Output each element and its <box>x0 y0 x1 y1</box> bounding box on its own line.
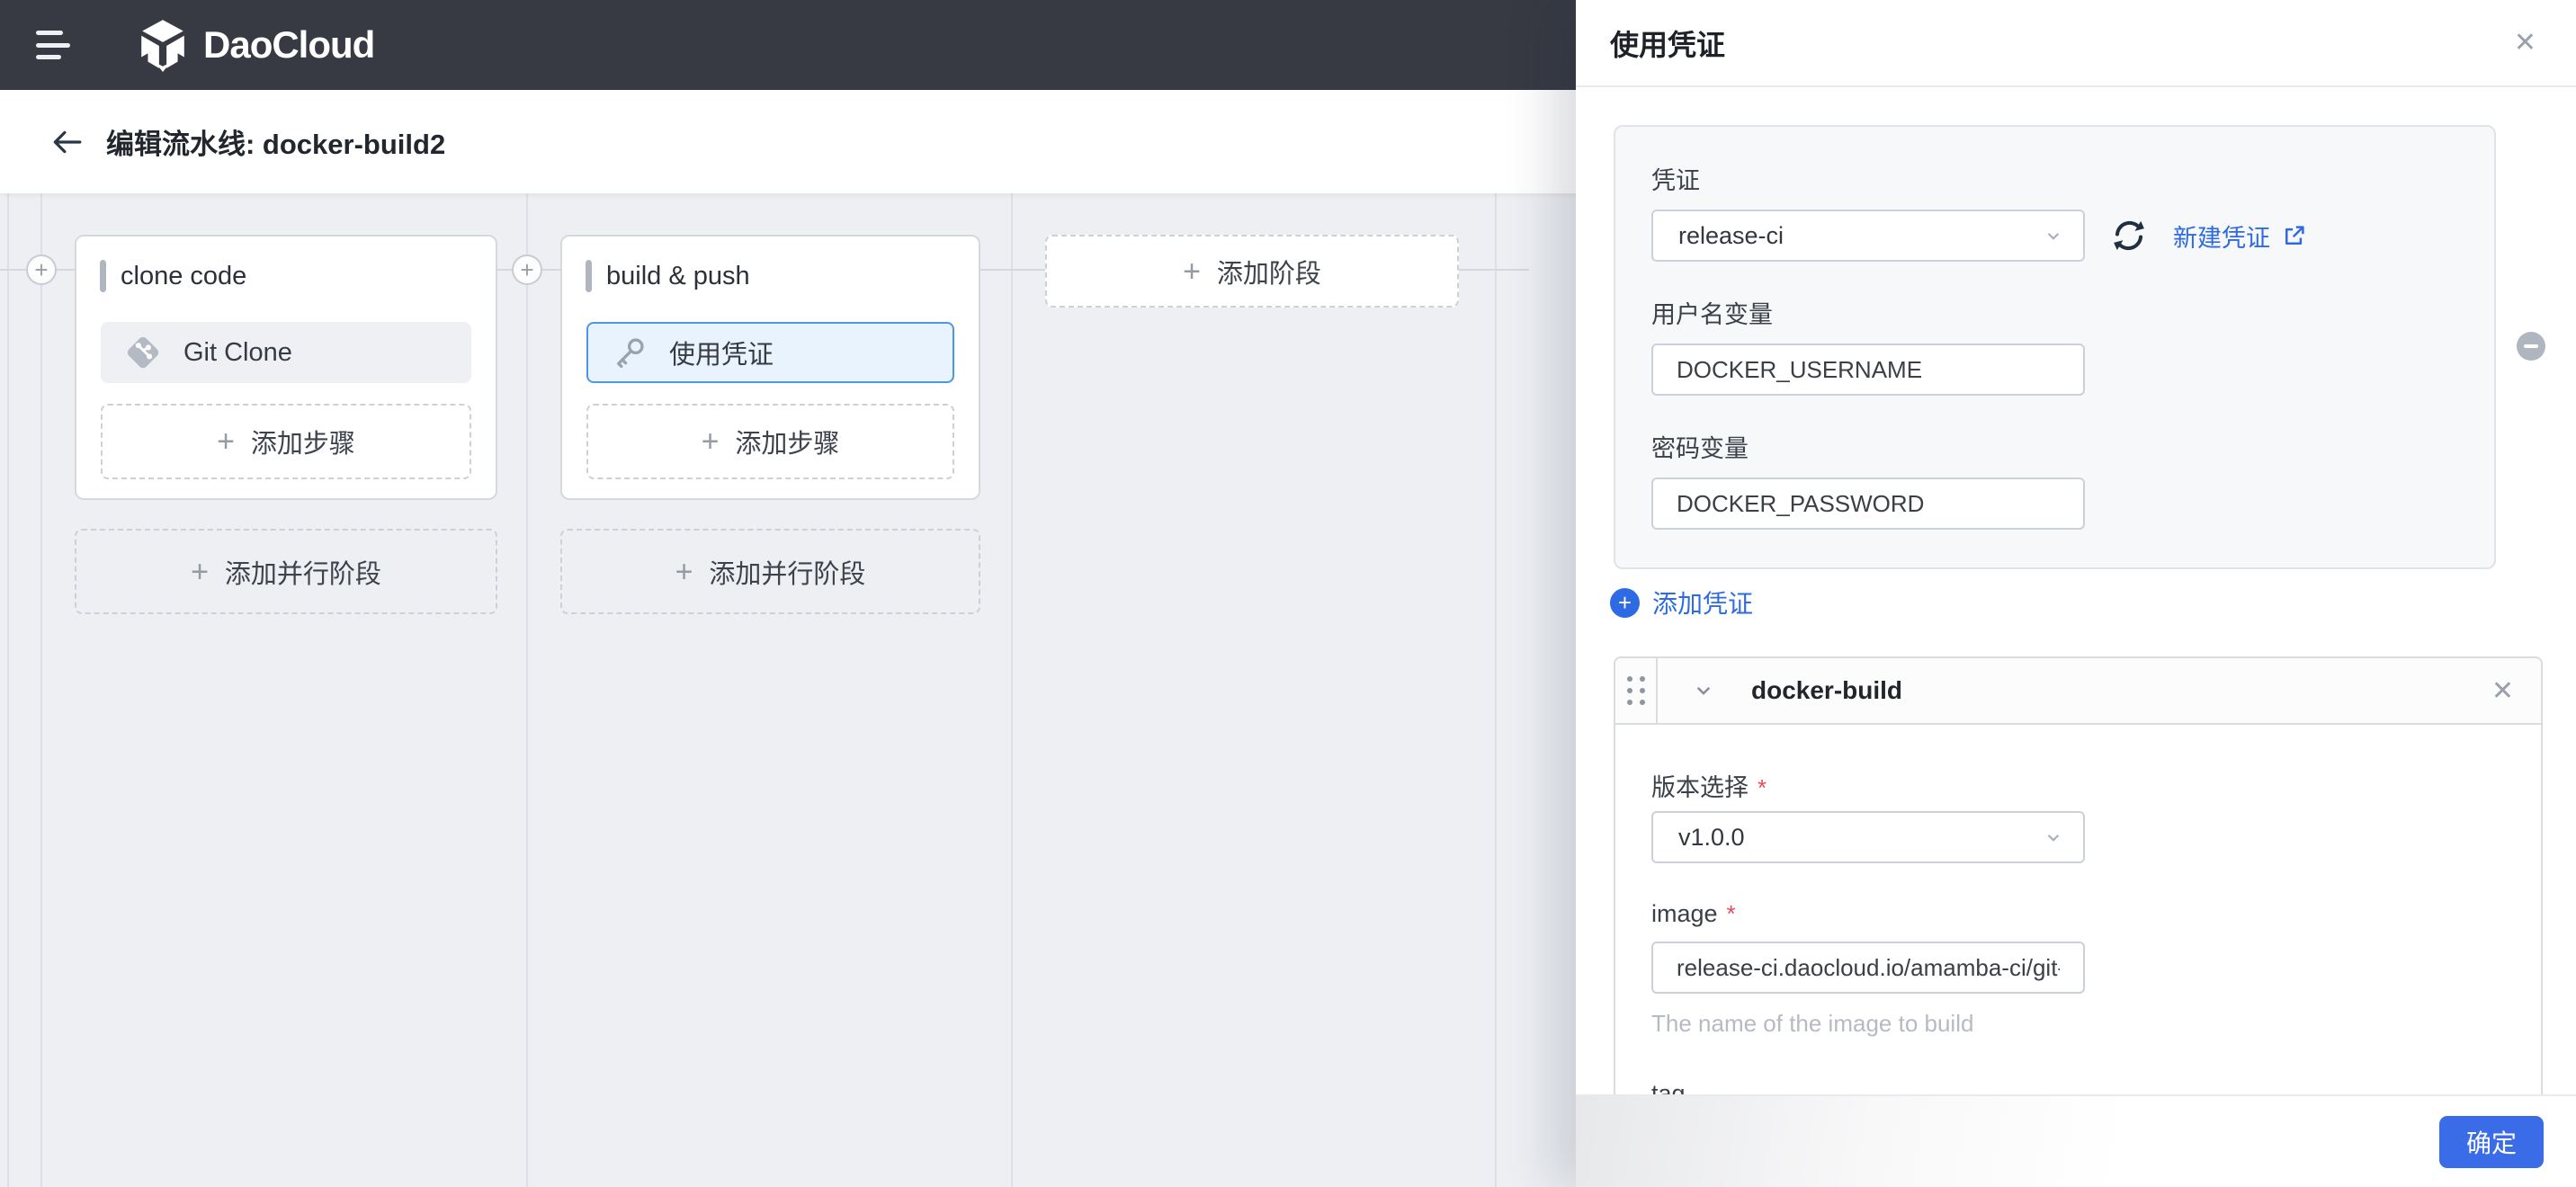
step-git-clone[interactable]: Git Clone <box>101 322 471 383</box>
daocloud-cube-icon <box>137 18 189 72</box>
column-divider <box>7 193 9 1187</box>
new-credential-link[interactable]: 新建凭证 <box>2173 219 2308 254</box>
drawer-footer: 确定 <box>1576 1094 2576 1187</box>
column-divider <box>1495 193 1497 1187</box>
required-mark: * <box>1726 900 1736 927</box>
insert-stage-between-button[interactable]: + <box>512 254 542 285</box>
stage-title-text: build & push <box>606 261 750 290</box>
plus-icon: + <box>1183 254 1201 289</box>
confirm-button[interactable]: 确定 <box>2439 1115 2544 1168</box>
plus-icon: + <box>191 554 209 589</box>
credential-card: 凭证 release-ci 新建凭证 用户名变量 DOCKER_USERNAME… <box>1614 125 2496 569</box>
stage-marker <box>586 260 592 292</box>
stage-marker <box>100 260 106 292</box>
tag-label: tag <box>1651 1080 1686 1094</box>
collapse-chevron-icon[interactable] <box>1690 677 1717 704</box>
step-section-content: 版本选择* v1.0.0 image* The name of the imag… <box>1615 773 2541 1094</box>
remove-credential-button[interactable] <box>2517 332 2545 361</box>
column-divider <box>1011 193 1013 1187</box>
drag-handle[interactable] <box>1615 658 1658 723</box>
username-variable-label: 用户名变量 <box>1651 301 1773 328</box>
column-divider <box>526 193 528 1187</box>
drawer-header: 使用凭证 ✕ <box>1576 0 2576 87</box>
insert-stage-before-button[interactable]: + <box>26 254 57 285</box>
add-credential-link[interactable]: + 添加凭证 <box>1610 585 1753 620</box>
remove-step-icon[interactable]: ✕ <box>2491 675 2514 707</box>
credential-label: 凭证 <box>1651 167 1700 194</box>
brand-name: DaoCloud <box>203 23 375 66</box>
required-mark: * <box>1758 774 1767 801</box>
step-use-credential[interactable]: 使用凭证 <box>586 322 954 383</box>
credential-drawer: 使用凭证 ✕ 凭证 release-ci 新建凭证 用户名变量 DOCKER_U… <box>1576 0 2576 1187</box>
add-stage-button[interactable]: + 添加阶段 <box>1045 235 1459 308</box>
page-title: 编辑流水线: docker-build2 <box>106 129 446 160</box>
chevron-down-icon <box>2042 826 2065 849</box>
plus-circle-icon: + <box>1610 587 1640 618</box>
plus-icon: + <box>675 554 693 589</box>
plus-icon: + <box>217 424 235 459</box>
stage-title: clone code <box>100 260 246 292</box>
refresh-icon[interactable] <box>2108 215 2150 256</box>
step-config-section: docker-build ✕ 版本选择 * v1.0.0 image * rel… <box>1614 656 2543 1094</box>
key-icon <box>610 333 649 372</box>
image-input[interactable] <box>1651 942 2085 994</box>
add-step-button[interactable]: + 添加步骤 <box>101 404 471 479</box>
image-label: image * <box>1651 900 1736 927</box>
credential-select-value: release-ci <box>1678 221 1784 249</box>
version-select[interactable]: v1.0.0 <box>1651 811 2085 863</box>
stage-title: build & push <box>586 260 750 292</box>
step-label: 使用凭证 <box>669 341 774 370</box>
drag-dots-icon <box>1626 676 1645 705</box>
username-variable-input[interactable] <box>1651 344 2085 396</box>
add-parallel-stage-button[interactable]: + 添加并行阶段 <box>75 529 497 614</box>
drawer-title: 使用凭证 <box>1610 28 1726 61</box>
chevron-down-icon <box>2042 224 2065 247</box>
step-section-header: docker-build ✕ <box>1615 658 2541 725</box>
version-label: 版本选择 * <box>1651 774 1767 801</box>
credential-select[interactable]: release-ci <box>1651 210 2085 262</box>
step-label: Git Clone <box>183 337 292 367</box>
step-section-name: docker-build <box>1751 676 1903 704</box>
password-variable-label: 密码变量 <box>1651 435 1749 462</box>
menu-icon[interactable] <box>36 31 72 59</box>
external-link-icon <box>2281 222 2308 249</box>
plus-icon: + <box>701 424 720 459</box>
git-icon <box>122 332 164 373</box>
close-icon[interactable]: ✕ <box>2514 29 2536 57</box>
back-button[interactable] <box>47 122 86 162</box>
stage-card-build-push: build & push 使用凭证 + 添加步骤 <box>560 235 980 500</box>
stage-card-clone-code: clone code Git Clone + 添加步骤 <box>75 235 497 500</box>
image-help-text: The name of the image to build <box>1651 1010 1974 1037</box>
brand-logo[interactable]: DaoCloud <box>137 18 375 72</box>
add-step-button[interactable]: + 添加步骤 <box>586 404 954 479</box>
version-select-value: v1.0.0 <box>1678 823 1745 851</box>
stage-title-text: clone code <box>121 261 247 290</box>
drawer-body: 凭证 release-ci 新建凭证 用户名变量 DOCKER_USERNAME… <box>1576 87 2576 1094</box>
column-divider <box>40 193 42 1187</box>
add-parallel-stage-button[interactable]: + 添加并行阶段 <box>560 529 980 614</box>
password-variable-input[interactable] <box>1651 477 2085 530</box>
